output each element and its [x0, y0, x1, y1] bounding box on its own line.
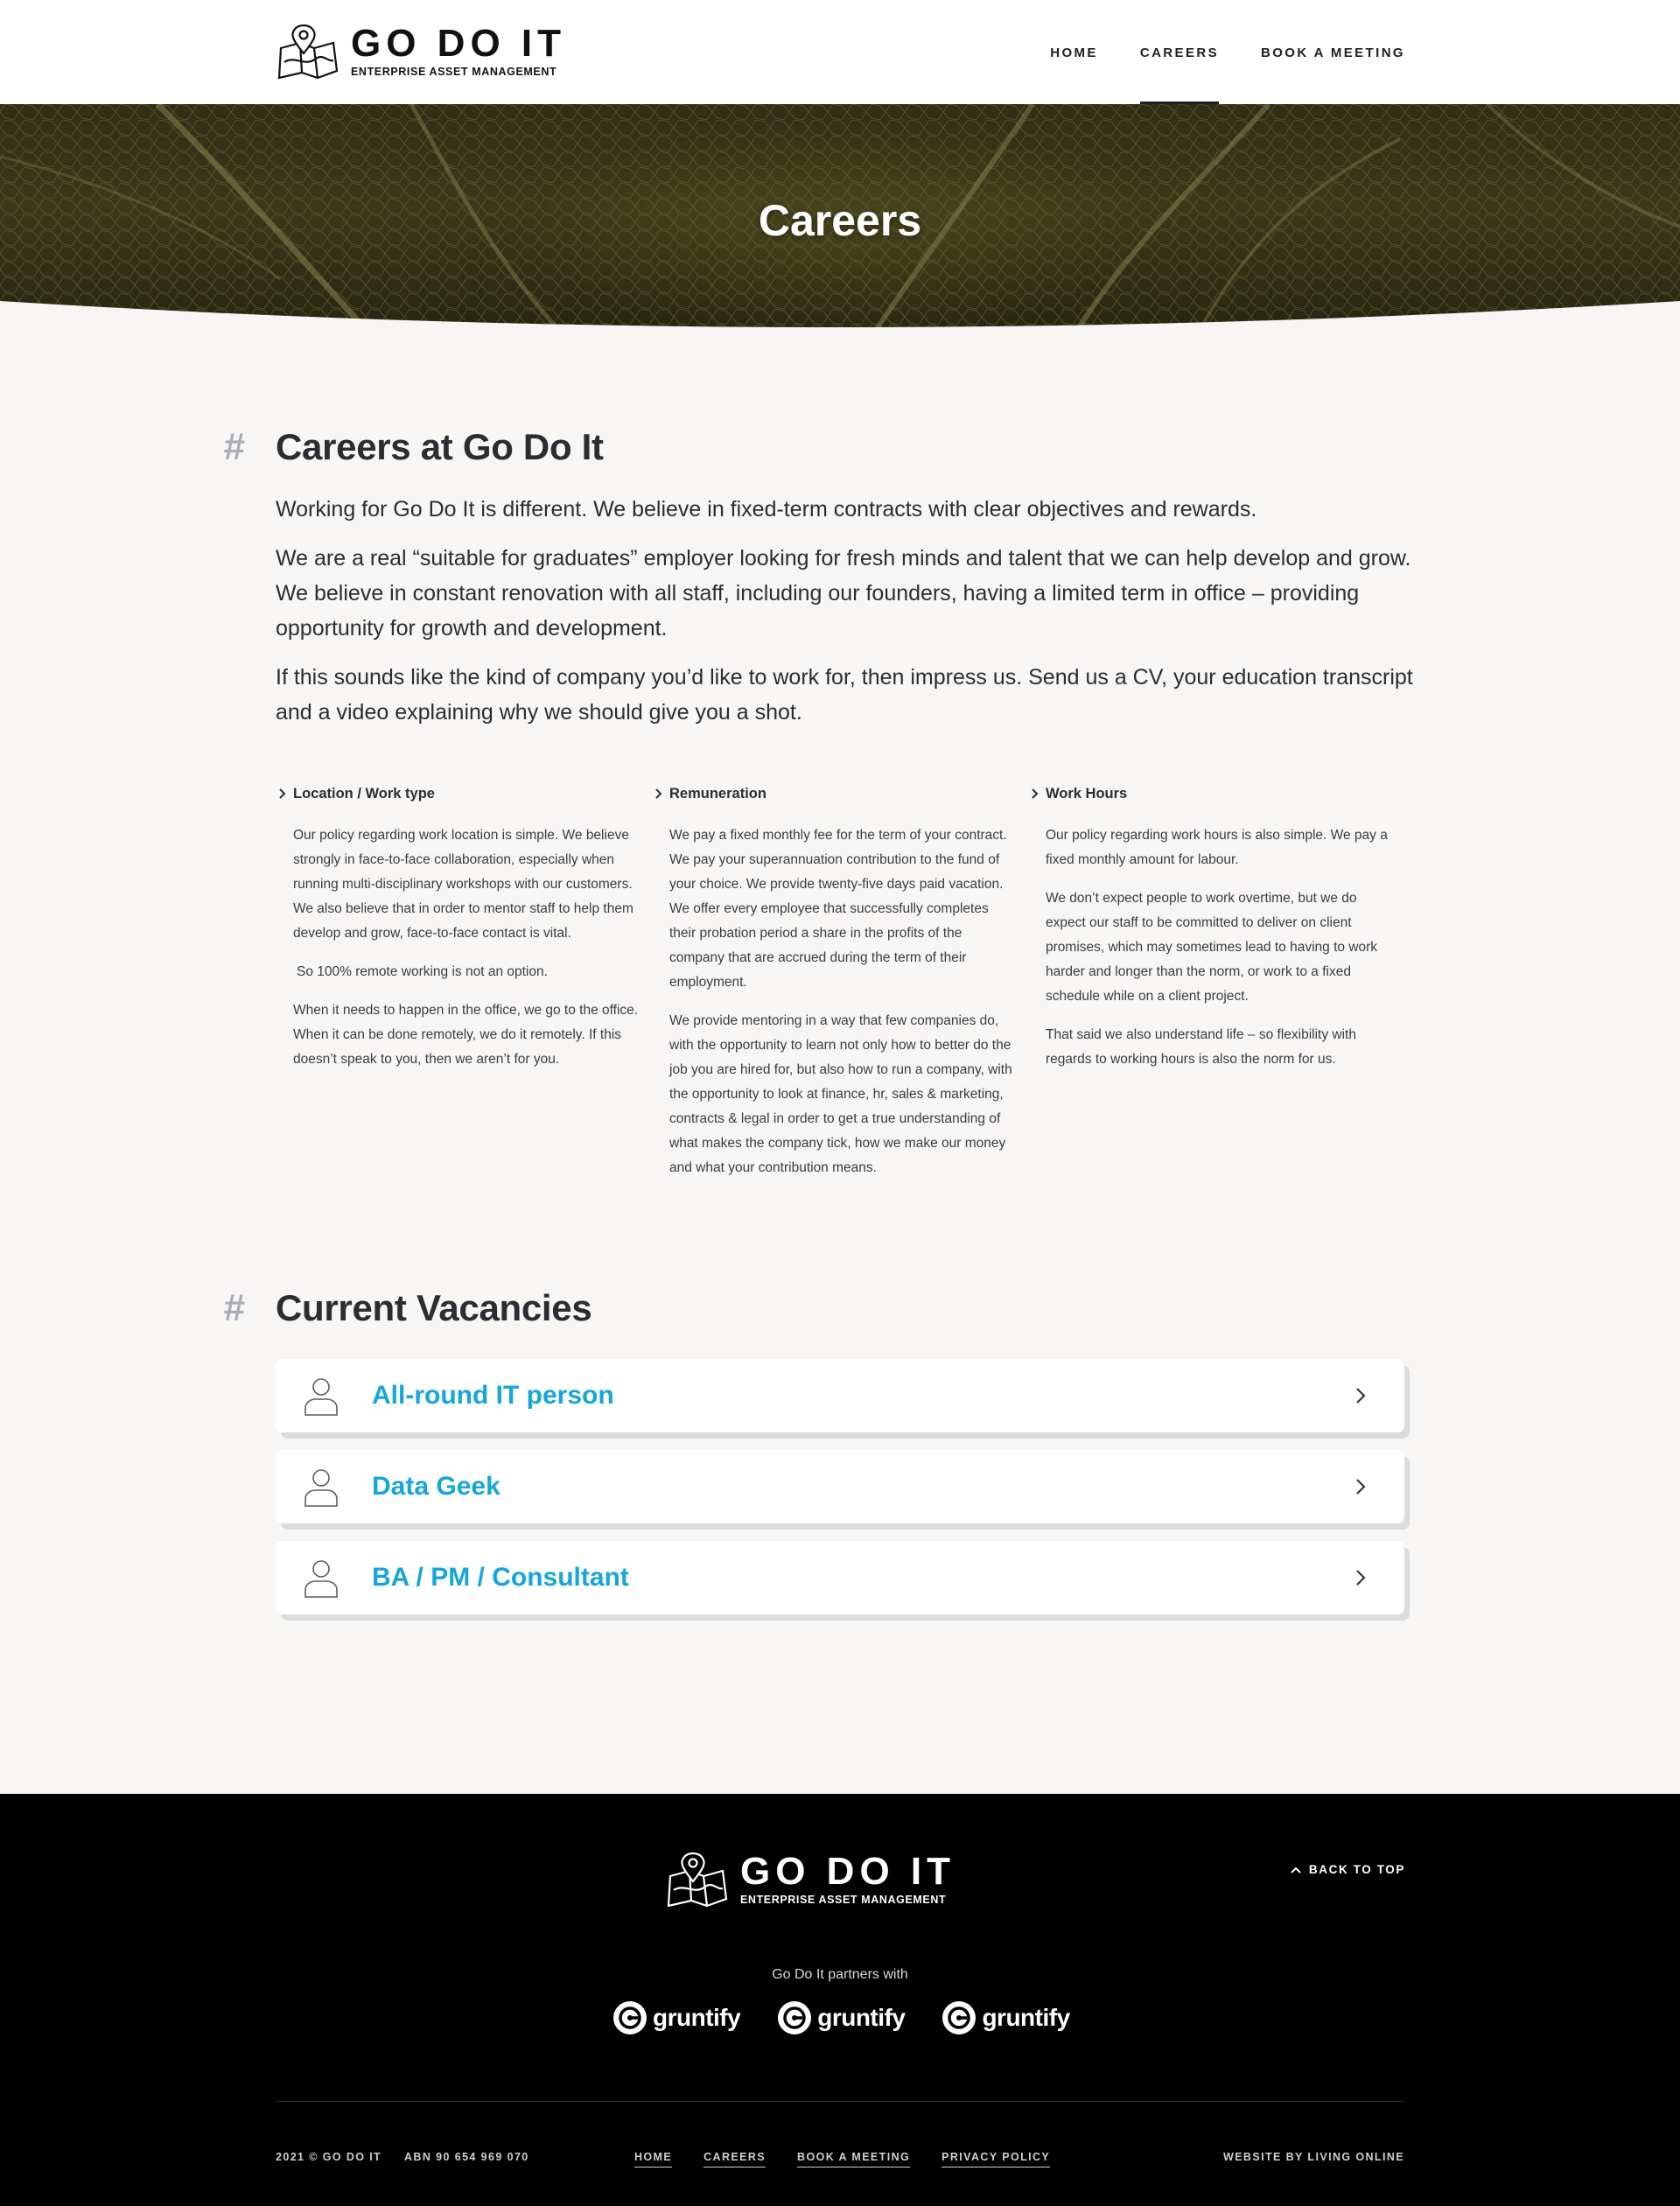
- vacancy-card[interactable]: BA / PM / Consultant: [276, 1541, 1404, 1614]
- partner-name: gruntify: [817, 2004, 906, 2031]
- footer-link-book-a-meeting[interactable]: BOOK A MEETING: [797, 2151, 911, 2167]
- footer-brand-name: GO DO IT: [740, 1850, 956, 1893]
- map-pin-logo-icon: [667, 1852, 728, 1908]
- intro-paragraph: If this sounds like the kind of company …: [276, 665, 1413, 725]
- person-icon: [304, 1560, 338, 1598]
- chevron-up-icon: [1291, 1866, 1301, 1873]
- partner-name: gruntify: [653, 2004, 741, 2031]
- partners-label: Go Do It partners with: [772, 1967, 908, 1982]
- site-footer: GO DO IT ENTERPRISE ASSET MANAGEMENT BAC…: [0, 1794, 1680, 2206]
- policy-paragraph: We don’t expect people to work overtime,…: [1046, 891, 1378, 1004]
- policy-paragraph: That said we also understand life – so f…: [1046, 1027, 1356, 1067]
- copyright-text: 2021 © GO DO IT: [276, 2151, 382, 2163]
- intro-paragraph: Working for Go Do It is different. We be…: [276, 497, 1257, 522]
- partner-logo[interactable]: gruntify: [942, 2000, 1070, 2035]
- policy-remuneration: Remuneration We pay a fixed monthly fee …: [652, 783, 1028, 1194]
- policy-title: Location / Work type: [293, 785, 435, 802]
- site-header: GO DO IT ENTERPRISE ASSET MANAGEMENT HOM…: [0, 0, 1680, 104]
- hash-icon: #: [223, 425, 245, 468]
- back-to-top-button[interactable]: BACK TO TOP: [1290, 1863, 1405, 1876]
- policy-body: We pay a fixed monthly fee for the term …: [669, 823, 1015, 1180]
- vacancy-list: All-round IT person Data Geek BA / PM / …: [276, 1359, 1406, 1632]
- partner-logo[interactable]: gruntify: [612, 2000, 741, 2035]
- vacancy-title: All-round IT person: [372, 1381, 614, 1410]
- chevron-right-icon: [1032, 788, 1039, 799]
- hero-banner: Careers: [0, 104, 1680, 332]
- careers-heading: # Careers at Go Do It: [223, 425, 604, 469]
- person-icon: [304, 1469, 338, 1507]
- footer-bottom-bar: 2021 © GO DO IT ABN 90 654 969 070 HOME …: [276, 2151, 1404, 2168]
- brand-logo[interactable]: GO DO IT ENTERPRISE ASSET MANAGEMENT: [276, 22, 566, 81]
- vacancy-card[interactable]: Data Geek: [276, 1450, 1404, 1523]
- partner-name: gruntify: [982, 2004, 1070, 2031]
- website-credit-link[interactable]: WEBSITE BY LIVING ONLINE: [1223, 2151, 1404, 2163]
- chevron-right-icon: [1356, 1570, 1366, 1586]
- abn-text: ABN 90 654 969 070: [404, 2151, 529, 2163]
- nav-careers[interactable]: CAREERS: [1139, 0, 1220, 104]
- brand-tagline: ENTERPRISE ASSET MANAGEMENT: [351, 66, 557, 78]
- back-to-top-label: BACK TO TOP: [1308, 1863, 1405, 1876]
- footer-brand-logo[interactable]: GO DO IT ENTERPRISE ASSET MANAGEMENT: [665, 1850, 956, 1909]
- vacancies-title: Current Vacancies: [276, 1287, 592, 1328]
- policy-paragraph: Our policy regarding work hours is also …: [1046, 828, 1388, 867]
- footer-link-careers[interactable]: CAREERS: [704, 2151, 766, 2167]
- hero-title: Careers: [758, 196, 922, 245]
- policy-paragraph: So 100% remote working is not an option.: [297, 964, 548, 979]
- careers-title: Careers at Go Do It: [276, 426, 604, 467]
- policy-body: Our policy regarding work location is si…: [293, 823, 639, 1072]
- policy-columns: Location / Work type Our policy regardin…: [276, 783, 1404, 1194]
- policy-paragraph: Our policy regarding work location is si…: [293, 828, 634, 941]
- chevron-right-icon: [279, 788, 286, 799]
- vacancy-card[interactable]: All-round IT person: [276, 1359, 1404, 1432]
- hero-curve-divider: [0, 301, 1680, 332]
- hash-icon: #: [223, 1286, 245, 1329]
- nav-book-a-meeting[interactable]: BOOK A MEETING: [1261, 0, 1405, 104]
- policy-header[interactable]: Location / Work type: [276, 783, 652, 804]
- policy-work-hours: Work Hours Our policy regarding work hou…: [1028, 783, 1404, 1194]
- intro-paragraph: We are a real “suitable for graduates” e…: [276, 546, 1411, 641]
- vacancy-title: Data Geek: [372, 1472, 500, 1501]
- policy-body: Our policy regarding work hours is also …: [1046, 823, 1391, 1072]
- vacancy-title: BA / PM / Consultant: [372, 1563, 629, 1592]
- nav-home[interactable]: HOME: [1050, 0, 1098, 104]
- chevron-right-icon: [1356, 1479, 1366, 1495]
- brand-name: GO DO IT: [351, 22, 566, 65]
- chevron-right-icon: [655, 788, 662, 799]
- footer-nav: HOME CAREERS BOOK A MEETING PRIVACY POLI…: [634, 2151, 1082, 2167]
- person-icon: [304, 1378, 338, 1416]
- gruntify-logo-icon: [942, 2001, 976, 2034]
- policy-paragraph: We provide mentoring in a way that few c…: [669, 1013, 1012, 1175]
- careers-intro: Working for Go Do It is different. We be…: [276, 492, 1413, 744]
- policy-header[interactable]: Remuneration: [652, 783, 1028, 804]
- map-pin-logo-icon: [277, 24, 339, 80]
- policy-title: Work Hours: [1046, 785, 1128, 802]
- policy-location: Location / Work type Our policy regardin…: [276, 783, 652, 1194]
- vacancies-heading: # Current Vacancies: [223, 1286, 592, 1330]
- footer-link-home[interactable]: HOME: [634, 2151, 673, 2167]
- footer-link-privacy-policy[interactable]: PRIVACY POLICY: [942, 2151, 1051, 2167]
- footer-divider: [276, 2101, 1404, 2102]
- policy-header[interactable]: Work Hours: [1028, 783, 1404, 804]
- policy-paragraph: When it needs to happen in the office, w…: [293, 1003, 639, 1067]
- gruntify-logo-icon: [613, 2001, 647, 2034]
- policy-title: Remuneration: [669, 785, 766, 802]
- footer-brand-tagline: ENTERPRISE ASSET MANAGEMENT: [740, 1894, 947, 1906]
- policy-paragraph: We pay a fixed monthly fee for the term …: [669, 828, 1007, 990]
- main-nav: HOME CAREERS BOOK A MEETING: [1008, 0, 1405, 104]
- partner-logo[interactable]: gruntify: [777, 2000, 906, 2035]
- gruntify-logo-icon: [778, 2001, 812, 2034]
- chevron-right-icon: [1356, 1388, 1366, 1404]
- partner-logos: gruntify gruntify gruntify: [612, 2000, 1107, 2035]
